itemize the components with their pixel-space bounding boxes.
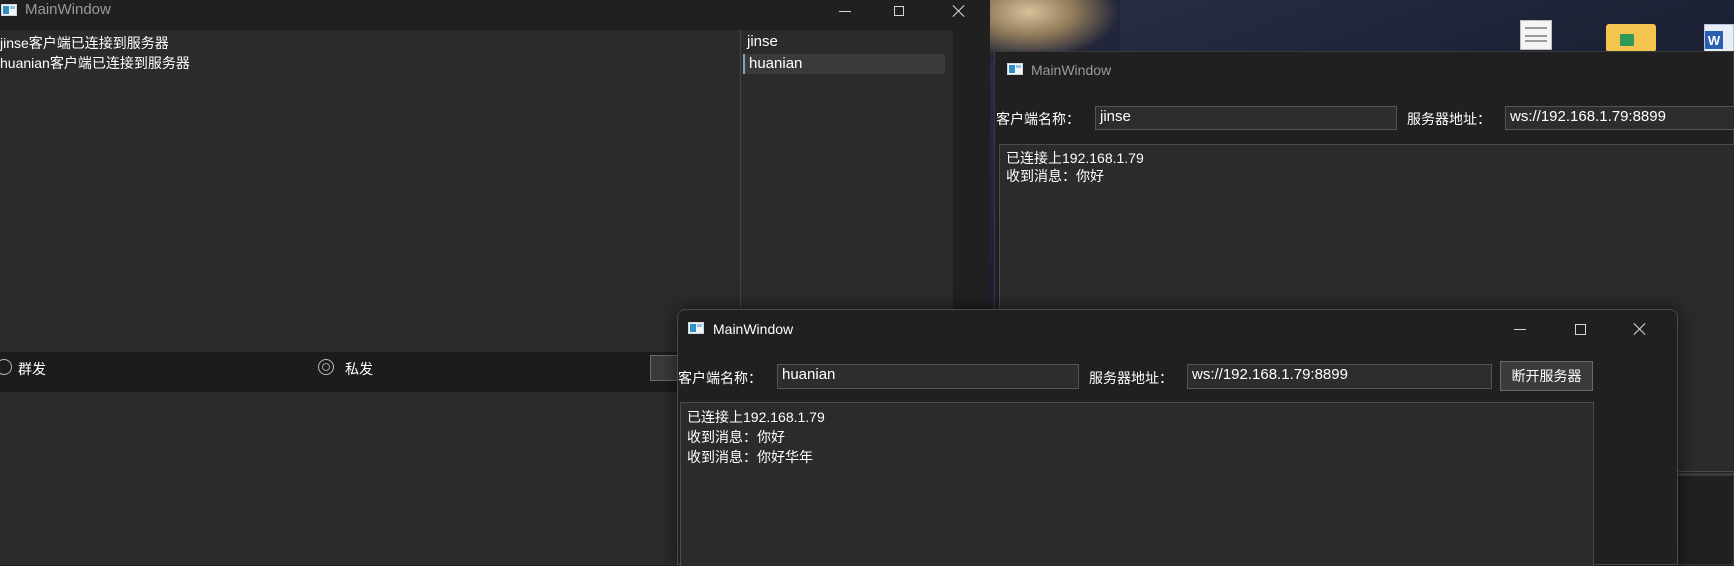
server-address-input[interactable]: ws://192.168.1.79:8899 [1505, 106, 1734, 130]
minimize-icon [839, 10, 851, 12]
folder-icon[interactable] [1606, 24, 1656, 52]
app-icon [1, 4, 17, 16]
message-line: 收到消息：你好 [687, 429, 785, 445]
server-log-area[interactable]: jinse客户端已连接到服务器 huanian客户端已连接到服务器 [0, 30, 740, 352]
client-name-input[interactable]: huanian [777, 364, 1079, 389]
log-line: huanian客户端已连接到服务器 [0, 55, 190, 71]
close-icon [952, 4, 966, 18]
server-window-titlebar[interactable]: MainWindow [0, 0, 990, 22]
minimize-icon [1514, 328, 1526, 330]
radio-private-label: 私发 [345, 361, 373, 377]
text-file-icon[interactable] [1520, 20, 1552, 50]
client-item-jinse[interactable]: jinse [747, 33, 947, 51]
minimize-button[interactable] [820, 0, 870, 22]
maximize-icon [894, 6, 904, 16]
app-icon [1007, 63, 1023, 75]
maximize-icon [1574, 323, 1586, 335]
close-icon [1633, 322, 1647, 336]
message-line: 已连接上192.168.1.79 [1006, 150, 1144, 166]
name-label: 客户端名称： [678, 370, 762, 386]
app-icon [688, 322, 704, 334]
close-button[interactable] [934, 0, 984, 22]
server-label: 服务器地址： [1407, 111, 1491, 127]
window-title: MainWindow [1031, 62, 1112, 78]
client-huanian-titlebar[interactable]: MainWindow [678, 310, 1677, 348]
server-label: 服务器地址： [1089, 370, 1173, 386]
maximize-button[interactable] [874, 0, 924, 22]
message-line: 已连接上192.168.1.79 [687, 409, 825, 425]
message-area[interactable]: 已连接上192.168.1.79 收到消息：你好 收到消息：你好华年 [680, 402, 1594, 566]
server-address-input[interactable]: ws://192.168.1.79:8899 [1187, 364, 1492, 389]
word-file-icon[interactable]: W [1704, 24, 1734, 54]
window-title: MainWindow [713, 321, 794, 337]
maximize-button[interactable] [1550, 310, 1610, 348]
send-button[interactable] [650, 355, 680, 381]
radio-group-label: 群发 [18, 361, 46, 377]
window-title: MainWindow [25, 1, 111, 18]
client-list[interactable]: jinse huanian [740, 30, 953, 352]
client-window-huanian: MainWindow 客户端名称： huanian 服务器地址： ws://19… [677, 309, 1678, 566]
message-line: 收到消息：你好 [1006, 168, 1104, 184]
minimize-button[interactable] [1490, 310, 1550, 348]
client-item-huanian[interactable]: huanian [743, 54, 945, 74]
close-button[interactable] [1610, 310, 1670, 348]
client-jinse-titlebar[interactable]: MainWindow [995, 52, 1733, 88]
log-line: jinse客户端已连接到服务器 [0, 35, 169, 51]
disconnect-server-button[interactable]: 断开服务器 [1500, 361, 1593, 391]
message-line: 收到消息：你好华年 [687, 449, 813, 465]
name-label: 客户端名称： [996, 111, 1080, 127]
client-name-input[interactable]: jinse [1095, 106, 1397, 130]
radio-private-send[interactable] [318, 359, 334, 375]
